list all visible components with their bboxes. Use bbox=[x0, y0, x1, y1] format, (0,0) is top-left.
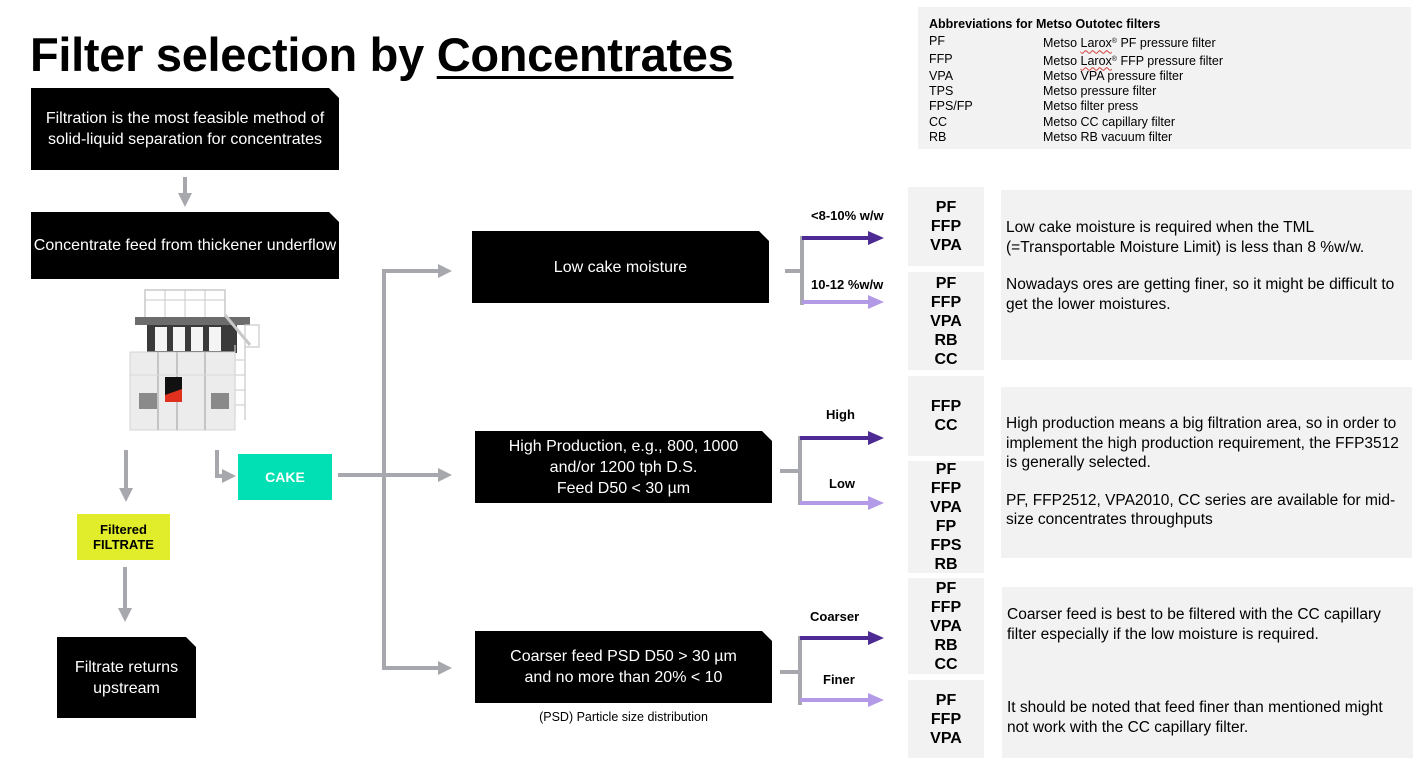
filter-code: PF bbox=[935, 274, 957, 292]
fork-branch-1 bbox=[785, 231, 884, 309]
concentrate-feed-box: Concentrate feed from thickener underflo… bbox=[31, 212, 339, 279]
filtered-filtrate-box: Filtered FILTRATE bbox=[77, 514, 170, 560]
note-text: Nowadays ores are getting finer, so it m… bbox=[1006, 276, 1395, 313]
abbreviation-row: RB Metso RB vacuum filter bbox=[929, 130, 1400, 145]
filter-code: PF bbox=[935, 199, 957, 216]
option-label-low-moisture-1: <8-10% w/w bbox=[811, 208, 884, 223]
filter-code: VPA bbox=[930, 499, 962, 516]
arrow-machine-to-filtrate bbox=[119, 450, 133, 502]
note-text: PF, FFP2512, VPA2010, CC series are avai… bbox=[1006, 491, 1396, 529]
abbreviation-code: FFP bbox=[929, 51, 953, 66]
coarser-feed-line-2: and no more than 20% < 10 bbox=[524, 669, 723, 686]
abbreviation-description: Metso CC capillary filter bbox=[1043, 114, 1175, 129]
abbreviation-row: FFP Metso Larox® FFP pressure filter bbox=[929, 52, 1400, 69]
filter-code: VPA bbox=[930, 617, 962, 635]
arrow-filtrate-to-return bbox=[118, 567, 132, 622]
filter-code: PF bbox=[935, 461, 957, 478]
abbreviation-description: Metso RB vacuum filter bbox=[1043, 130, 1173, 145]
note-text: Low cake moisture is required when the T… bbox=[1006, 219, 1365, 256]
filter-code: PF bbox=[935, 579, 957, 597]
filter-code: RB bbox=[934, 636, 958, 654]
low-moisture-notes: Low cake moisture is required when the T… bbox=[1001, 190, 1412, 360]
psd-footnote: (PSD) Particle size distribution bbox=[539, 710, 708, 724]
filter-code: FFP bbox=[930, 398, 962, 415]
filter-code: FP bbox=[935, 518, 957, 535]
note-text: It should be noted that feed finer than … bbox=[1007, 699, 1383, 736]
abbreviation-code: TPS bbox=[929, 84, 954, 99]
filter-code: VPA bbox=[930, 237, 962, 254]
abbreviation-description: Metso Larox® PF pressure filter bbox=[1043, 36, 1216, 51]
filtrate-line-2: FILTRATE bbox=[93, 537, 154, 552]
abbreviation-row: PF Metso Larox® PF pressure filter bbox=[929, 34, 1400, 51]
abbreviations-panel: Abbreviations for Metso Outotec filters … bbox=[918, 7, 1411, 149]
option-label-high: High bbox=[826, 407, 855, 422]
filter-code: FFP bbox=[930, 293, 962, 311]
cake-box: CAKE bbox=[238, 454, 332, 500]
title-prefix: Filter selection by bbox=[30, 28, 437, 81]
high-production-line-3: Feed D50 < 30 µm bbox=[556, 479, 691, 497]
abbreviation-description: Metso pressure filter bbox=[1043, 84, 1157, 99]
high-production-box: High Production, e.g., 800, 1000 and/or … bbox=[475, 431, 772, 503]
filters-list: PF FFP VPA bbox=[908, 187, 984, 266]
filter-code: FFP bbox=[930, 710, 962, 728]
page-title: Filter selection by Concentrates bbox=[30, 27, 734, 83]
filter-code: PF bbox=[935, 691, 957, 709]
option-label-low-moisture-2: 10-12 %w/w bbox=[811, 277, 884, 292]
filters-list: PF FFP VPA RB CC bbox=[908, 272, 984, 370]
abbreviations-list: PF Metso Larox® PF pressure filter FFP Mets… bbox=[929, 34, 1400, 145]
filter-code: RB bbox=[934, 331, 958, 349]
filters-list: PF FFP VPA bbox=[908, 680, 984, 758]
arrow-machine-to-cake bbox=[215, 450, 236, 483]
abbreviation-row: TPS Metso pressure filter bbox=[929, 84, 1400, 99]
arrow-filtration-to-feed bbox=[178, 177, 192, 207]
fork-branch-2 bbox=[780, 431, 884, 510]
abbreviation-code: RB bbox=[929, 130, 947, 145]
filter-code: FFP bbox=[930, 598, 962, 616]
filter-code: CC bbox=[934, 350, 958, 368]
abbreviations-heading: Abbreviations for Metso Outotec filters bbox=[929, 17, 1161, 31]
filters-list: FFP CC bbox=[908, 376, 984, 456]
fork-branch-3 bbox=[780, 631, 884, 707]
abbreviation-row: CC Metso CC capillary filter bbox=[929, 115, 1400, 130]
abbreviation-description: Metso Larox® FFP pressure filter bbox=[1043, 53, 1224, 68]
coarser-feed-notes: Coarser feed is best to be filtered with… bbox=[1002, 587, 1413, 758]
filter-code: CC bbox=[934, 655, 958, 673]
abbreviation-description: Metso filter press bbox=[1043, 99, 1139, 114]
abbreviation-description: Metso VPA pressure filter bbox=[1043, 68, 1184, 83]
filter-code: FFP bbox=[930, 218, 962, 235]
filters-list: PF FFP VPA RB CC bbox=[908, 578, 984, 674]
abbreviation-code: FPS/FP bbox=[929, 99, 973, 114]
high-production-line-1: High Production, e.g., 800, 1000 bbox=[508, 437, 739, 455]
filter-code: VPA bbox=[930, 312, 962, 330]
filtrate-returns-box: Filtrate returns upstream bbox=[57, 637, 196, 718]
arrow-cake-to-branches bbox=[338, 264, 452, 675]
filtrate-line-1: Filtered bbox=[100, 522, 147, 537]
option-label-finer: Finer bbox=[823, 672, 855, 687]
abbreviation-code: PF bbox=[929, 34, 945, 49]
option-label-low: Low bbox=[829, 476, 855, 491]
filter-code: FPS bbox=[930, 537, 962, 554]
coarser-feed-box: Coarser feed PSD D50 > 30 µm and no more… bbox=[475, 631, 772, 703]
option-label-coarser: Coarser bbox=[810, 609, 860, 624]
note-text: Coarser feed is best to be filtered with… bbox=[1007, 606, 1381, 643]
filter-code: RB bbox=[934, 556, 958, 573]
title-emphasis: Concentrates bbox=[436, 28, 734, 81]
abbreviation-row: VPA Metso VPA pressure filter bbox=[929, 69, 1400, 84]
abbreviation-code: VPA bbox=[929, 68, 954, 83]
filter-code: FFP bbox=[930, 480, 962, 497]
filters-list: PF FFP VPA FP FPS RB bbox=[908, 461, 984, 573]
note-text: High production means a big filtration a… bbox=[1006, 415, 1399, 471]
low-cake-moisture-box: Low cake moisture bbox=[472, 231, 769, 303]
filtration-box: Filtration is the most feasible method o… bbox=[31, 88, 339, 170]
filter-code: CC bbox=[934, 417, 958, 434]
high-production-line-2: and/or 1200 tph D.S. bbox=[549, 458, 698, 476]
filter-machine-image bbox=[129, 289, 260, 431]
high-production-notes: High production means a big filtration a… bbox=[1001, 387, 1412, 558]
filter-code: VPA bbox=[930, 729, 962, 747]
abbreviation-row: FPS/FP Metso filter press bbox=[929, 99, 1400, 114]
coarser-feed-line-1: Coarser feed PSD D50 > 30 µm bbox=[510, 648, 737, 665]
abbreviation-code: CC bbox=[929, 114, 948, 129]
